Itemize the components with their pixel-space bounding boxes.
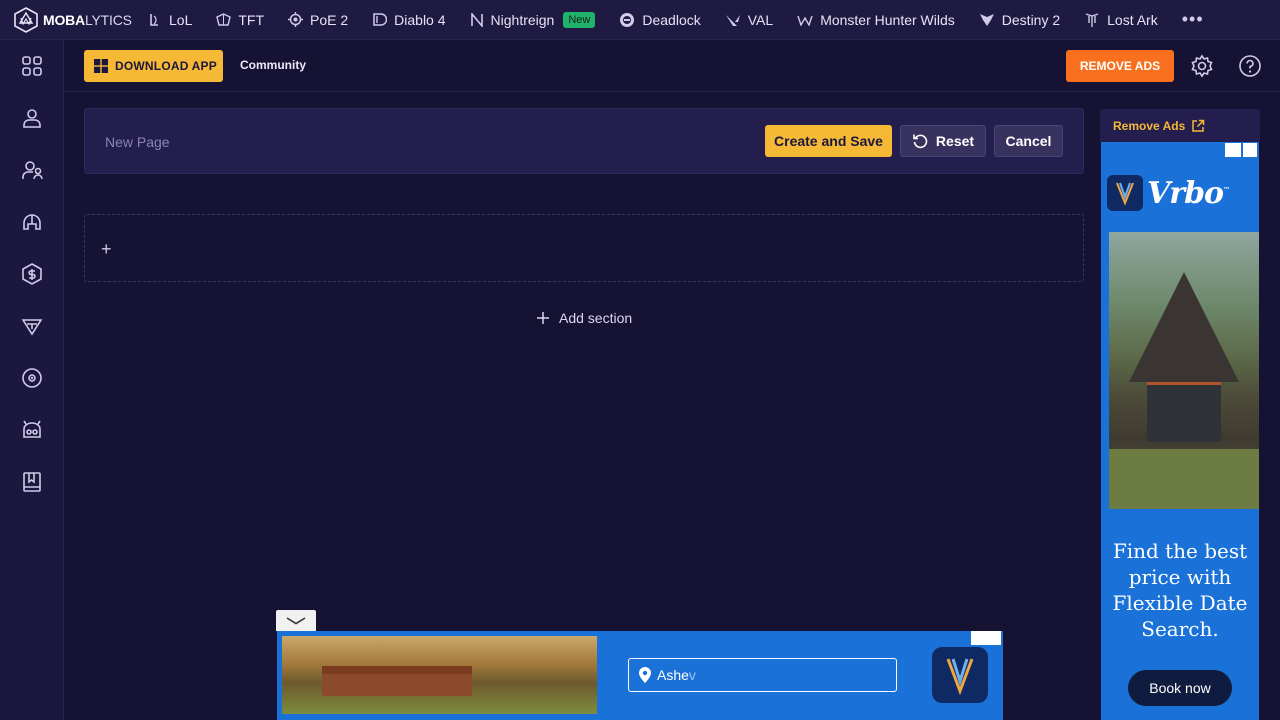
book-now-button[interactable]: Book now	[1128, 670, 1232, 706]
ad-menu-icon[interactable]	[987, 631, 1001, 645]
game-label: Destiny 2	[1001, 11, 1061, 28]
adchoices-icon[interactable]	[1225, 143, 1241, 157]
mobalytics-logo[interactable]: MOBALYTICS	[0, 0, 136, 40]
plus-icon	[537, 312, 549, 324]
empty-section-dropzone[interactable]: +	[84, 214, 1084, 282]
lol-icon	[150, 13, 158, 26]
game-label: Nightreign	[490, 11, 555, 28]
game-label: PoE 2	[310, 11, 349, 28]
cancel-button[interactable]: Cancel	[994, 125, 1063, 157]
deadlock-icon	[620, 12, 635, 27]
game-tab-lol[interactable]: LoL	[136, 0, 204, 40]
game-tab-nightreign[interactable]: Nightreign New	[458, 0, 608, 40]
game-label: Lost Ark	[1107, 11, 1158, 28]
game-label: TFT	[238, 11, 265, 28]
community-link[interactable]: Community	[240, 58, 306, 72]
champion-helmet-icon[interactable]	[20, 210, 44, 234]
add-section-label: Add section	[559, 310, 633, 326]
game-tab-deadlock[interactable]: Deadlock	[607, 0, 712, 40]
logo-text: MOBALYTICS	[43, 11, 132, 28]
ad-lodge-photo	[282, 636, 597, 714]
gaming-buddy-icon[interactable]	[20, 418, 44, 442]
game-tab-valorant[interactable]: VAL	[713, 0, 785, 40]
top-nav: MOBALYTICS LoL TFT PoE 2 Diablo 4 Nightr…	[0, 0, 1280, 40]
more-games-button[interactable]: •••	[1170, 9, 1216, 30]
vrbo-wordmark: Vrbo™	[1147, 176, 1230, 211]
game-tab-poe2[interactable]: PoE 2	[276, 0, 360, 40]
chevron-down-icon	[286, 616, 306, 624]
ad-destination-search[interactable]: Ashev	[628, 658, 897, 692]
lostark-icon	[1085, 12, 1099, 27]
game-label: Deadlock	[642, 11, 701, 28]
valorant-rail-icon[interactable]	[20, 314, 44, 338]
ad-headline: Find the best price with Flexible Date S…	[1112, 539, 1248, 641]
create-and-save-button[interactable]: Create and Save	[765, 125, 892, 157]
game-list: LoL TFT PoE 2 Diablo 4 Nightreign New De…	[136, 0, 1216, 40]
download-app-label: DOWNLOAD APP	[115, 59, 217, 73]
add-section-button[interactable]: Add section	[536, 308, 632, 328]
new-badge: New	[563, 11, 596, 28]
reset-icon	[913, 134, 928, 149]
game-label: Diablo 4	[394, 11, 446, 28]
game-label: LoL	[169, 11, 193, 28]
external-link-icon	[1192, 119, 1205, 132]
game-tab-mhw[interactable]: Monster Hunter Wilds	[785, 0, 967, 40]
game-label: VAL	[747, 11, 774, 28]
adchoices-icon[interactable]	[971, 631, 987, 645]
ad-search-text: Ashev	[657, 667, 696, 683]
help-question-icon[interactable]	[1238, 54, 1262, 78]
dollar-shield-icon[interactable]	[20, 262, 44, 286]
game-tab-diablo4[interactable]: Diablo 4	[360, 0, 457, 40]
guides-book-icon[interactable]	[20, 470, 44, 494]
game-tab-destiny2[interactable]: Destiny 2	[967, 0, 1072, 40]
ad-house-photo	[1109, 232, 1259, 509]
ad-menu-icon[interactable]	[1243, 143, 1257, 157]
vrbo-bottom-ad[interactable]: Ashev	[277, 631, 1003, 720]
remove-ads-link[interactable]: Remove Ads	[1100, 109, 1260, 142]
apps-grid-icon[interactable]	[20, 54, 44, 78]
vrbo-side-ad[interactable]: Vrbo™ Find the best price with Flexible …	[1101, 142, 1259, 720]
profile-icon[interactable]	[20, 106, 44, 130]
page-editor-bar: Create and Save Reset Cancel	[84, 108, 1084, 174]
diablo4-icon	[373, 13, 388, 26]
game-tab-tft[interactable]: TFT	[204, 0, 276, 40]
page-name-input[interactable]	[105, 131, 665, 153]
remove-ads-link-label: Remove Ads	[1113, 118, 1186, 133]
sub-header: DOWNLOAD APP Community REMOVE ADS	[64, 40, 1280, 92]
game-label: Monster Hunter Wilds	[820, 11, 955, 28]
download-app-button[interactable]: DOWNLOAD APP	[84, 50, 223, 82]
settings-gear-icon[interactable]	[1190, 54, 1214, 78]
mobalytics-logo-icon	[14, 6, 38, 33]
tft-icon	[216, 12, 232, 26]
destiny2-icon	[979, 14, 994, 26]
poe2-icon	[288, 12, 304, 27]
side-rail	[0, 40, 64, 720]
collapse-ad-button[interactable]	[276, 610, 316, 631]
reset-label: Reset	[935, 133, 975, 149]
mhw-icon	[797, 15, 813, 26]
disc-icon[interactable]	[20, 366, 44, 390]
vrbo-logo-icon	[932, 647, 988, 703]
valorant-icon	[725, 14, 740, 26]
remove-ads-button[interactable]: REMOVE ADS	[1066, 50, 1174, 82]
location-pin-icon	[639, 667, 651, 683]
friends-icon[interactable]	[20, 158, 44, 182]
windows-icon	[94, 59, 108, 73]
vrbo-logo-icon	[1107, 175, 1143, 211]
nightreign-icon	[470, 12, 483, 27]
game-tab-lostark[interactable]: Lost Ark	[1072, 0, 1170, 40]
reset-button[interactable]: Reset	[900, 125, 986, 157]
